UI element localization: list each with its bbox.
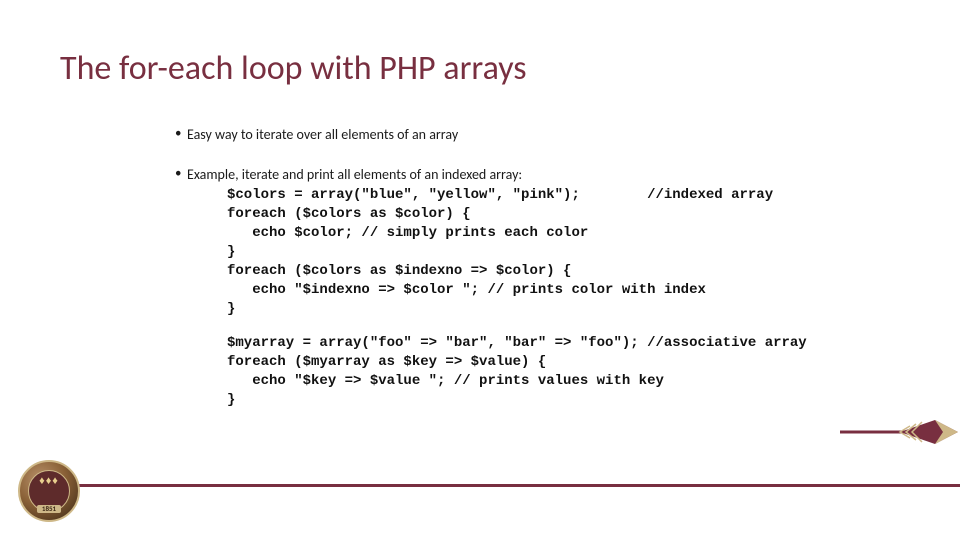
bullet-text: Easy way to iterate over all elements of…: [187, 126, 458, 143]
bullet-item: Example, iterate and print all elements …: [175, 165, 900, 410]
spear-icon: [840, 412, 960, 452]
seal-year: 1851: [37, 505, 61, 513]
bullet-item: Easy way to iterate over all elements of…: [175, 125, 900, 145]
code-block-indexed: $colors = array("blue", "yellow", "pink"…: [227, 186, 900, 318]
slide-content: Easy way to iterate over all elements of…: [175, 125, 900, 410]
slide: The for-each loop with PHP arrays Easy w…: [0, 0, 960, 540]
divider-line: [78, 484, 960, 487]
university-seal-icon: ♦♦♦ 1851: [18, 460, 80, 522]
slide-title: The for-each loop with PHP arrays: [60, 48, 900, 89]
footer-divider: [78, 484, 960, 488]
code-block-associative: $myarray = array("foo" => "bar", "bar" =…: [227, 334, 900, 410]
bullet-text: Example, iterate and print all elements …: [187, 166, 522, 183]
